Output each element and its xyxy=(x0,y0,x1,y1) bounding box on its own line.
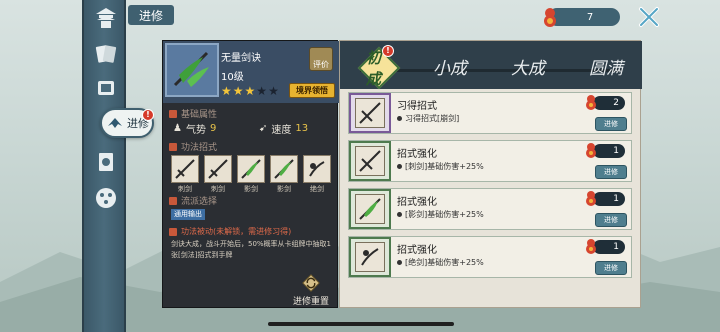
reset-label: 进修重置 xyxy=(292,297,329,307)
card-title: 习得招式 xyxy=(397,101,437,112)
star-icon: ★ xyxy=(232,84,244,98)
card-description: [刺剑]基础伤害+25% xyxy=(397,161,484,172)
school-title: 流派选择 xyxy=(169,194,217,207)
advance-button[interactable]: 进修 xyxy=(595,117,627,131)
card-title: 招式强化 xyxy=(397,149,437,160)
advance-button[interactable]: 进修 xyxy=(595,213,627,227)
reset-advance-button[interactable]: 进修重置 xyxy=(289,273,333,307)
gourd-icon xyxy=(586,191,596,206)
move-icon xyxy=(349,189,391,229)
move-label: 刺剑 xyxy=(178,185,192,193)
evaluate-button[interactable]: 评价 xyxy=(309,47,333,71)
sidebar xyxy=(82,0,126,332)
skill-icon xyxy=(165,43,219,97)
gourd-icon xyxy=(586,239,596,254)
speed-attr: ➹ 速度 13 xyxy=(259,121,308,136)
advance-card: 习得招式 习得招式[崩剑] 2 进修 xyxy=(348,92,632,134)
pagoda-icon[interactable] xyxy=(90,4,122,32)
skill-detail-panel: 无量剑诀 10级 ★ ★ ★ ★ ★ 评价 境界领悟 基础属性 ♟ 气势 9 ➹… xyxy=(162,40,339,308)
move-card[interactable]: 影剑 xyxy=(237,155,265,194)
tab-stage-3[interactable]: 大成 xyxy=(508,49,548,83)
advance-icon xyxy=(108,118,122,128)
realm-comprehension-button[interactable]: 境界领悟 xyxy=(289,83,335,98)
passive-title: 功法被动(未解锁，需进修习得) xyxy=(169,226,291,237)
move-icon xyxy=(349,237,391,277)
qi-label: 气势 xyxy=(185,125,206,136)
card-description: [绝剑]基础伤害+25% xyxy=(397,257,484,268)
basic-attr-title: 基础属性 xyxy=(169,107,217,120)
close-icon[interactable] xyxy=(638,6,660,28)
gourd-icon xyxy=(544,8,556,27)
advance-card: 招式强化 [绝剑]基础伤害+25% 1 进修 xyxy=(348,236,632,278)
stage-tabs: 初成 ! 小成 大成 圆满 xyxy=(340,41,642,90)
advance-panel: 初成 ! 小成 大成 圆满 习得招式 习得招式[崩剑] 2 进修 招式强化 [刺… xyxy=(339,40,642,308)
skill-name: 无量剑诀 xyxy=(221,53,261,64)
move-label: 影剑 xyxy=(244,185,258,193)
refresh-icon xyxy=(302,274,320,292)
tab-badge: ! xyxy=(382,45,394,57)
tab-stage-2[interactable]: 小成 xyxy=(430,49,470,83)
move-card[interactable]: 刺剑 xyxy=(171,155,199,194)
move-card[interactable]: 刺剑 xyxy=(204,155,232,194)
skill-header: 无量剑诀 10级 ★ ★ ★ ★ ★ 评价 境界领悟 xyxy=(163,41,339,103)
card-description: [影剑]基础伤害+25% xyxy=(397,209,484,220)
gourd-icon xyxy=(586,143,596,158)
move-icon xyxy=(349,93,391,133)
page-title: 进修 xyxy=(128,5,174,25)
move-label: 绝剑 xyxy=(310,185,324,193)
moves-title: 功法招式 xyxy=(169,140,217,153)
qi-icon: ♟ xyxy=(173,123,182,134)
tab-stage-1[interactable]: 初成 xyxy=(357,46,401,90)
advance-button[interactable]: 进修 xyxy=(595,261,627,275)
qi-attr: ♟ 气势 9 xyxy=(173,121,216,136)
star-rating: ★ ★ ★ ★ ★ xyxy=(221,85,279,97)
move-card[interactable]: 影剑 xyxy=(270,155,298,194)
advance-button[interactable]: 进修 xyxy=(595,165,627,179)
speed-label: 速度 xyxy=(271,125,292,136)
star-icon: ★ xyxy=(256,84,268,98)
card-description: 习得招式[崩剑] xyxy=(397,113,459,124)
sidebar-badge: ! xyxy=(142,109,154,121)
move-card[interactable]: 绝剑 xyxy=(303,155,331,194)
star-icon: ★ xyxy=(244,84,256,98)
move-icon xyxy=(349,141,391,181)
cards-icon[interactable] xyxy=(90,40,122,68)
skill-level: 10级 xyxy=(221,72,244,83)
gourd-icon xyxy=(586,95,596,110)
move-label: 影剑 xyxy=(277,185,291,193)
move-list: 刺剑 刺剑 影剑 影剑 绝剑 xyxy=(171,155,331,194)
speed-value: 13 xyxy=(295,123,309,134)
advance-card: 招式强化 [刺剑]基础伤害+25% 1 进修 xyxy=(348,140,632,182)
school-chip[interactable]: 通用输出 xyxy=(171,209,205,220)
star-icon: ★ xyxy=(221,84,232,98)
advance-card: 招式强化 [影剑]基础伤害+25% 1 进修 xyxy=(348,188,632,230)
speed-icon: ➹ xyxy=(259,123,268,134)
star-icon: ★ xyxy=(268,84,279,98)
card-title: 招式强化 xyxy=(397,197,437,208)
passive-description: 剑诀大成，战斗开始后，50%概率从卡组牌中抽取1张[剑法]招式到手牌 xyxy=(171,240,332,259)
scroll-icon[interactable] xyxy=(90,74,122,102)
dice-icon[interactable] xyxy=(90,184,122,212)
evaluate-label: 评价 xyxy=(313,60,329,69)
qi-value: 9 xyxy=(209,123,217,134)
move-label: 刺剑 xyxy=(211,185,225,193)
card-title: 招式强化 xyxy=(397,245,437,256)
book-icon[interactable] xyxy=(90,148,122,176)
home-indicator[interactable] xyxy=(268,322,454,326)
tab-stage-4[interactable]: 圆满 xyxy=(586,49,626,83)
